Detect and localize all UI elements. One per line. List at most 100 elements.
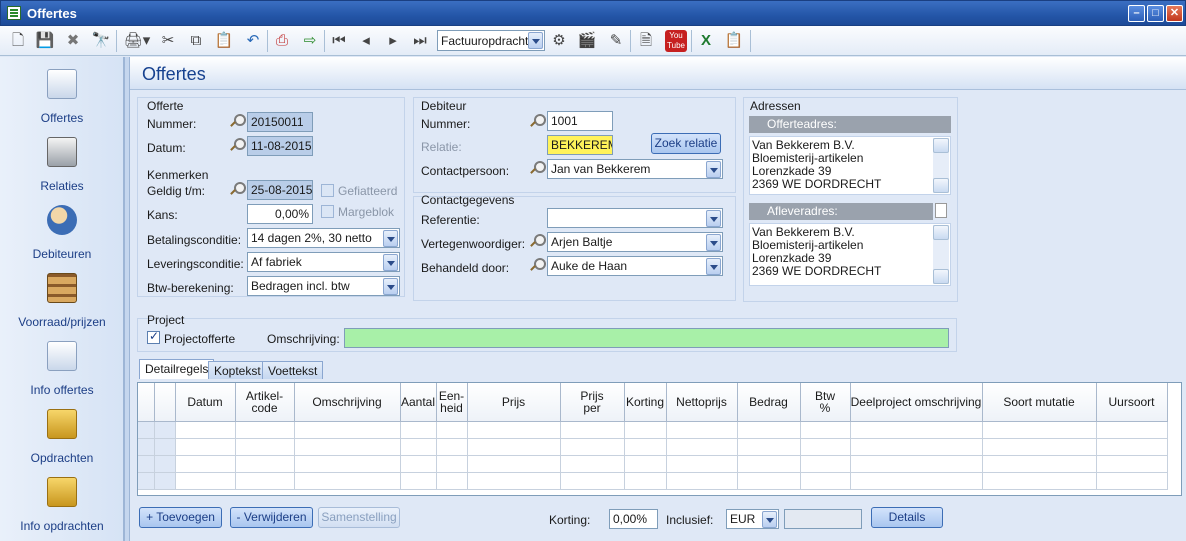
column-header-deelproject[interactable]: Deelproject omschrijving [850, 383, 983, 422]
chevron-down-icon[interactable] [383, 278, 398, 295]
debiteur-nummer-field[interactable]: 1001 [547, 111, 613, 131]
add-document-icon[interactable]: 🗎 [636, 31, 656, 51]
currency-select[interactable]: EUR [726, 509, 779, 529]
table-row[interactable] [138, 455, 1168, 473]
zoek-relatie-button[interactable]: Zoek relatie [651, 133, 721, 154]
column-header-datum[interactable]: Datum [175, 383, 236, 422]
print-red-icon[interactable]: ⎙ [272, 31, 292, 51]
column-header-eenheid[interactable]: Een- heid [436, 383, 468, 422]
youtube-icon[interactable]: You Tube [665, 30, 687, 52]
lookup-icon[interactable] [529, 161, 546, 175]
details-button[interactable]: Details [871, 507, 943, 528]
print-menu-icon[interactable]: 🖨▾ [122, 31, 152, 51]
column-header-omschrijving[interactable]: Omschrijving [294, 383, 401, 422]
lookup-icon[interactable] [529, 258, 546, 272]
tab-detailregels[interactable]: Detailregels [139, 359, 215, 379]
scroll-up-icon[interactable] [933, 225, 949, 240]
last-record-icon[interactable]: ⏭ [410, 31, 430, 51]
column-header-bedrag[interactable]: Bedrag [737, 383, 801, 422]
column-header-prijs-per[interactable]: Prijs per [560, 383, 625, 422]
clipboard-icon[interactable]: 📋 [724, 31, 744, 51]
table-row[interactable] [138, 421, 1168, 439]
column-header-btw[interactable]: Btw % [800, 383, 851, 422]
paste-icon[interactable]: 📋 [214, 31, 234, 51]
table-row[interactable] [138, 472, 1168, 490]
chevron-down-icon[interactable] [706, 210, 721, 227]
sidebar-item-opdrachten[interactable]: Opdrachten [0, 405, 124, 471]
close-button[interactable]: ✕ [1166, 5, 1183, 22]
referentie-select[interactable] [547, 208, 723, 228]
note-icon[interactable]: ✎ [606, 31, 626, 51]
lookup-icon[interactable] [529, 114, 546, 128]
chevron-down-icon[interactable] [706, 234, 721, 251]
undo-icon[interactable]: ↶ [243, 31, 263, 51]
new-document-icon[interactable]: 🗋 [8, 31, 28, 51]
chevron-down-icon[interactable] [706, 161, 721, 178]
convert-icon[interactable]: ⚙ [549, 31, 569, 51]
sidebar-item-relaties[interactable]: Relaties [0, 133, 124, 199]
gefiatteerd-checkbox[interactable] [321, 184, 334, 197]
scroll-down-icon[interactable] [933, 269, 949, 284]
chevron-down-icon[interactable] [383, 230, 398, 247]
offerte-nummer-field[interactable]: 20150011 [247, 112, 313, 132]
relatie-field[interactable]: BEKKEREM [547, 135, 613, 155]
vertegenwoordiger-select[interactable]: Arjen Baltje [547, 232, 723, 252]
sidebar-item-debiteuren[interactable]: Debiteuren [0, 201, 124, 267]
column-header-artikelcode[interactable]: Artikel- code [235, 383, 295, 422]
offerteadres-scrollbar[interactable] [933, 138, 949, 193]
btw-select[interactable]: Bedragen incl. btw [247, 276, 400, 296]
column-header-korting[interactable]: Korting [624, 383, 667, 422]
save-icon[interactable]: 💾 [35, 31, 55, 51]
export-icon[interactable]: ⇨ [300, 31, 320, 51]
sidebar-item-voorraad[interactable]: Voorraad/prijzen [0, 269, 124, 335]
chevron-down-icon[interactable] [528, 32, 543, 49]
scroll-down-icon[interactable] [933, 178, 949, 193]
column-header-soort-mutatie[interactable]: Soort mutatie [982, 383, 1097, 422]
scroll-up-icon[interactable] [933, 138, 949, 153]
geldig-field[interactable]: 25-08-2015 [247, 180, 313, 200]
previous-record-icon[interactable]: ◂ [356, 31, 376, 51]
behandeld-select[interactable]: Auke de Haan [547, 256, 723, 276]
contactpersoon-select[interactable]: Jan van Bekkerem [547, 159, 723, 179]
column-header-prijs[interactable]: Prijs [467, 383, 561, 422]
conversion-combo[interactable]: Factuuropdracht [437, 30, 545, 51]
lookup-icon[interactable] [529, 234, 546, 248]
omschrijving-field[interactable] [344, 328, 949, 348]
column-header-aantal[interactable]: Aantal [400, 383, 437, 422]
new-address-icon[interactable] [935, 203, 947, 218]
binoculars-icon[interactable]: 🔭 [91, 31, 111, 51]
next-record-icon[interactable]: ▸ [383, 31, 403, 51]
tab-koptekst[interactable]: Koptekst [208, 361, 267, 379]
korting-field[interactable]: 0,00% [609, 509, 658, 529]
samenstelling-button[interactable]: Samenstelling [318, 507, 400, 528]
maximize-button[interactable]: □ [1147, 5, 1164, 22]
sidebar-item-offertes[interactable]: Offertes [0, 65, 124, 131]
kans-field[interactable]: 0,00% [247, 204, 313, 224]
afleveradres-scrollbar[interactable] [933, 225, 949, 284]
copy-icon[interactable]: ⧉ [186, 31, 206, 51]
margeblok-checkbox[interactable] [321, 205, 334, 218]
column-header-uursoort[interactable]: Uursoort [1096, 383, 1168, 422]
betalingsconditie-select[interactable]: 14 dagen 2%, 30 netto [247, 228, 400, 248]
delete-icon[interactable]: ✖ [63, 31, 83, 51]
clapperboard-icon[interactable]: 🎬 [577, 31, 597, 51]
chevron-down-icon[interactable] [706, 258, 721, 275]
table-row[interactable] [138, 438, 1168, 456]
verwijderen-button[interactable]: - Verwijderen [230, 507, 313, 528]
sidebar-item-info-opdrachten[interactable]: Info opdrachten [0, 473, 124, 539]
lookup-icon[interactable] [229, 182, 246, 196]
column-header-nettoprijs[interactable]: Nettoprijs [666, 383, 738, 422]
projectofferte-checkbox[interactable] [147, 329, 160, 344]
first-record-icon[interactable]: ⏮ [329, 31, 349, 51]
chevron-down-icon[interactable] [383, 254, 398, 271]
cut-icon[interactable]: ✂ [158, 31, 178, 51]
offerteadres-box[interactable]: Van Bekkerem B.V. Bloemisterij-artikelen… [749, 136, 951, 195]
lookup-icon[interactable] [229, 114, 246, 128]
leveringsconditie-select[interactable]: Af fabriek [247, 252, 400, 272]
toevoegen-button[interactable]: + Toevoegen [139, 507, 222, 528]
excel-icon[interactable]: X [696, 31, 716, 51]
minimize-button[interactable]: – [1128, 5, 1145, 22]
offerte-datum-field[interactable]: 11-08-2015 [247, 136, 313, 156]
detail-grid[interactable]: Datum Artikel- code Omschrijving Aantal … [137, 382, 1182, 496]
afleveradres-box[interactable]: Van Bekkerem B.V. Bloemisterij-artikelen… [749, 223, 951, 286]
